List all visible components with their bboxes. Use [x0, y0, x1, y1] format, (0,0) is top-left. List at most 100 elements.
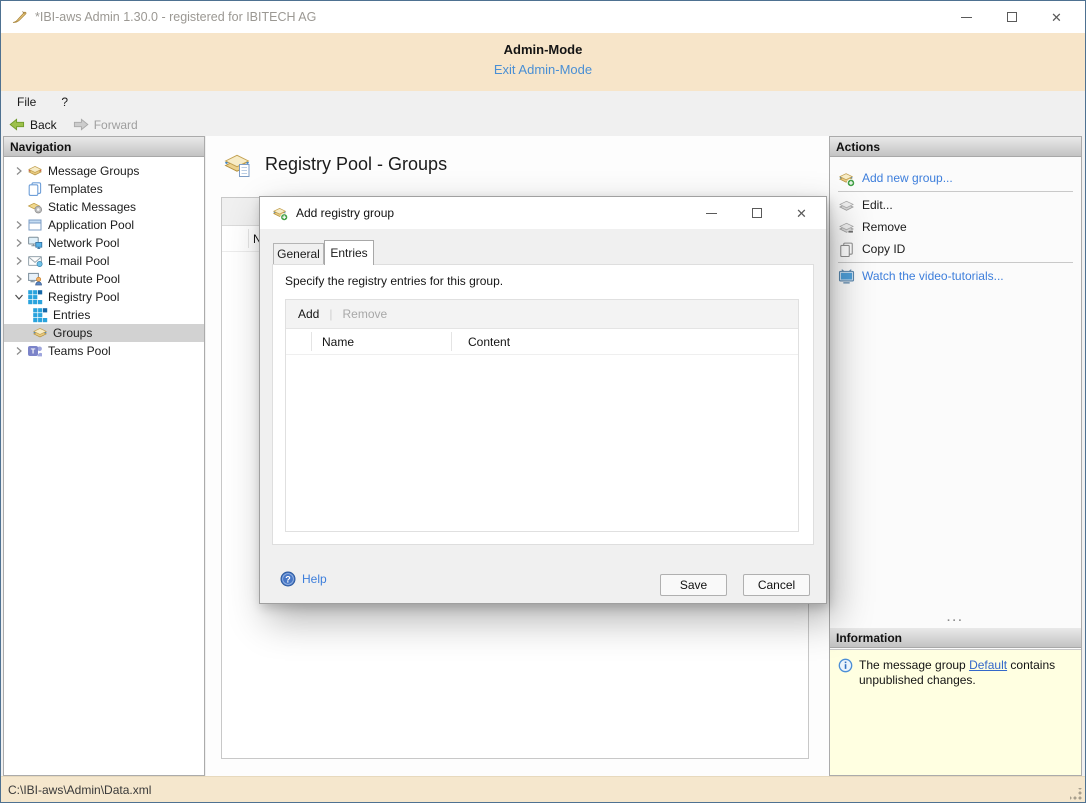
- nav-item-attribute-pool[interactable]: Attribute Pool: [4, 270, 204, 288]
- minimize-button[interactable]: [944, 1, 989, 33]
- help-label: Help: [302, 572, 327, 586]
- action-add-new-group[interactable]: Add new group...: [830, 167, 1081, 189]
- entries-toolbar: Add | Remove: [286, 300, 798, 329]
- default-group-link[interactable]: Default: [969, 658, 1007, 672]
- title-bar: *IBI-aws Admin 1.30.0 - registered for I…: [1, 1, 1085, 33]
- nav-item-label: Network Pool: [48, 236, 119, 250]
- divider: [838, 262, 1073, 263]
- dialog-maximize-button[interactable]: [734, 197, 779, 229]
- message-groups-icon: [27, 163, 43, 179]
- add-group-icon: [272, 205, 288, 221]
- action-watch-tutorials[interactable]: Watch the video-tutorials...: [830, 265, 1081, 287]
- svg-text:?: ?: [285, 574, 291, 584]
- app-icon: [11, 9, 27, 25]
- admin-mode-label: Admin-Mode: [1, 33, 1085, 57]
- chevron-right-icon[interactable]: [10, 346, 27, 356]
- edit-icon: [838, 197, 855, 214]
- save-button[interactable]: Save: [660, 574, 727, 596]
- close-icon: ✕: [796, 207, 807, 220]
- page-heading: Registry Pool - Groups: [223, 149, 447, 179]
- network-pool-icon: [27, 235, 43, 251]
- help-link[interactable]: ? Help: [280, 571, 327, 587]
- chevron-right-icon[interactable]: [10, 256, 27, 266]
- maximize-button[interactable]: [989, 1, 1034, 33]
- window-title: *IBI-aws Admin 1.30.0 - registered for I…: [35, 10, 316, 24]
- panel-splitter[interactable]: ···: [830, 618, 1081, 628]
- action-label: Remove: [862, 220, 907, 234]
- close-button[interactable]: ✕: [1034, 1, 1079, 33]
- nav-item-application-pool[interactable]: Application Pool: [4, 216, 204, 234]
- forward-button[interactable]: Forward: [73, 118, 138, 132]
- resize-grip[interactable]: [1070, 788, 1082, 800]
- help-icon: ?: [280, 571, 296, 587]
- nav-item-label: Message Groups: [48, 164, 139, 178]
- information-panel: The message group Default contains unpub…: [830, 649, 1081, 775]
- back-label: Back: [30, 118, 57, 132]
- action-label: Add new group...: [862, 171, 953, 185]
- nav-item-templates[interactable]: Templates: [4, 180, 204, 198]
- action-edit[interactable]: Edit...: [830, 194, 1081, 216]
- nav-item-label: Templates: [48, 182, 103, 196]
- nav-item-registry-pool[interactable]: Registry Pool: [4, 288, 204, 306]
- nav-item-registry-groups[interactable]: Groups: [4, 324, 204, 342]
- nav-item-registry-entries[interactable]: Entries: [4, 306, 204, 324]
- tab-entries[interactable]: Entries: [324, 240, 374, 265]
- menu-help[interactable]: ?: [52, 93, 77, 111]
- nav-item-static-messages[interactable]: Static Messages: [4, 198, 204, 216]
- column-header-name[interactable]: Name: [322, 335, 354, 349]
- action-label: Watch the video-tutorials...: [862, 269, 1004, 283]
- right-panel: Actions Add new group... Edit... Remove …: [829, 136, 1082, 776]
- copy-icon: [838, 241, 855, 258]
- registry-groups-icon: [223, 149, 253, 179]
- entries-description: Specify the registry entries for this gr…: [285, 274, 503, 288]
- status-file-path: C:\IBI-aws\Admin\Data.xml: [8, 783, 151, 797]
- nav-item-network-pool[interactable]: Network Pool: [4, 234, 204, 252]
- nav-item-teams-pool[interactable]: T Teams Pool: [4, 342, 204, 360]
- teams-pool-icon: T: [27, 343, 43, 359]
- back-button[interactable]: Back: [9, 118, 57, 132]
- chevron-down-icon[interactable]: [10, 292, 27, 302]
- nav-item-label: Groups: [53, 326, 92, 340]
- page-title: Registry Pool - Groups: [265, 154, 447, 175]
- tab-general[interactable]: General: [273, 243, 324, 264]
- maximize-icon: [1007, 12, 1017, 22]
- svg-text:T: T: [31, 347, 36, 356]
- nav-item-message-groups[interactable]: Message Groups: [4, 162, 204, 180]
- menu-bar: File ?: [1, 91, 1085, 113]
- groups-icon: [32, 325, 48, 341]
- nav-item-label: E-mail Pool: [48, 254, 109, 268]
- entries-remove-button[interactable]: Remove: [342, 307, 387, 321]
- nav-item-email-pool[interactable]: E-mail Pool: [4, 252, 204, 270]
- navigation-tree: Message Groups Templates Static Messages…: [4, 157, 204, 360]
- chevron-right-icon[interactable]: [10, 220, 27, 230]
- menu-file[interactable]: File: [8, 93, 45, 111]
- action-remove[interactable]: Remove: [830, 216, 1081, 238]
- registry-pool-icon: [27, 289, 43, 305]
- video-tutorials-icon: [838, 268, 855, 285]
- column-header-content[interactable]: Content: [468, 335, 510, 349]
- entries-table-header: Name Content: [286, 329, 798, 355]
- cancel-button[interactable]: Cancel: [743, 574, 810, 596]
- add-registry-group-dialog: Add registry group ✕ General Entries Spe…: [259, 196, 827, 604]
- navigation-header: Navigation: [4, 137, 204, 157]
- dialog-close-button[interactable]: ✕: [779, 197, 824, 229]
- dialog-minimize-button[interactable]: [689, 197, 734, 229]
- exit-admin-mode-link[interactable]: Exit Admin-Mode: [1, 62, 1085, 77]
- dialog-footer: ? Help Save Cancel: [260, 545, 826, 604]
- actions-header: Actions: [830, 137, 1081, 157]
- static-messages-icon: [27, 199, 43, 215]
- action-copy-id[interactable]: Copy ID: [830, 238, 1081, 260]
- chevron-right-icon[interactable]: [10, 166, 27, 176]
- add-group-icon: [838, 170, 855, 187]
- app-window: *IBI-aws Admin 1.30.0 - registered for I…: [0, 0, 1086, 803]
- divider: [838, 191, 1073, 192]
- chevron-right-icon[interactable]: [10, 238, 27, 248]
- email-pool-icon: [27, 253, 43, 269]
- chevron-right-icon[interactable]: [10, 274, 27, 284]
- information-header: Information: [830, 628, 1081, 648]
- dialog-title-bar: Add registry group ✕: [260, 197, 826, 229]
- action-label: Edit...: [862, 198, 893, 212]
- entries-add-button[interactable]: Add: [298, 307, 319, 321]
- nav-item-label: Application Pool: [48, 218, 134, 232]
- actions-list: Add new group... Edit... Remove Copy ID …: [830, 157, 1081, 287]
